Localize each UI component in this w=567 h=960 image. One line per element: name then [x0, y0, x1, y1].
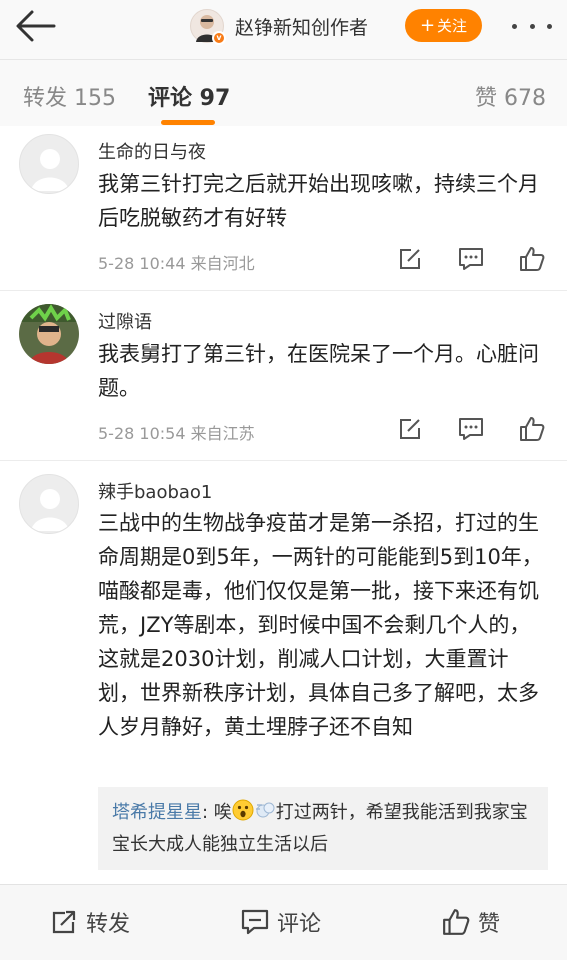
more-icon [512, 23, 517, 29]
comment-icon [241, 909, 269, 935]
reply-button[interactable] [457, 245, 485, 273]
repost-button[interactable]: 转发 [52, 907, 130, 937]
edit-icon [400, 419, 420, 439]
follow-button[interactable]: + 关注 [405, 9, 482, 42]
comment-username[interactable]: 过隙语 [98, 308, 152, 334]
reply-icon [459, 418, 483, 440]
default-avatar-icon [31, 489, 69, 531]
reply-prefix: : 唉 [202, 802, 232, 823]
divider [0, 290, 567, 291]
thumbs-up-icon [520, 247, 545, 271]
comment-text: 三战中的生物战争疫苗才是第一杀招，打过的生命周期是0到5年，一两针的可能能到5到… [98, 511, 543, 739]
thumbs-up-icon [443, 909, 470, 935]
follow-plus-icon: + [419, 14, 436, 36]
like-label: 赞 [478, 912, 501, 937]
top-bar: v 赵铮新知创作者 + 关注 [0, 0, 567, 60]
user-avatar-image [19, 304, 79, 364]
comment-actions [396, 245, 546, 273]
more-icon-dot [547, 23, 552, 29]
bottom-action-bar: 转发 评论 赞 [0, 884, 567, 960]
edit-button[interactable] [396, 415, 424, 443]
share-icon [52, 910, 76, 934]
like-action-button[interactable]: 赞 [442, 907, 500, 937]
avatar[interactable] [19, 304, 79, 364]
tab-like[interactable]: 赞 678 [475, 80, 546, 112]
more-icon-dot [529, 23, 535, 29]
like-button[interactable] [518, 415, 546, 443]
comment-meta: 5-28 10:44 来自河北 [98, 254, 255, 273]
thumbs-up-icon [520, 417, 545, 441]
reply-preview[interactable]: 塔希提星星: 唉打过两针，希望我能活到我家宝宝长大成人能独立生活以后 [98, 787, 548, 870]
comment-text: 我第三针打完之后就开始出现咳嗽，持续三个月后吃脱敏药才有好转 [98, 172, 539, 230]
default-avatar-icon [31, 149, 69, 191]
comment-meta: 5-28 10:54 来自江苏 [98, 424, 255, 443]
comment-username[interactable]: 辣手baobao1 [98, 478, 212, 504]
back-button[interactable] [14, 8, 56, 44]
verified-badge-icon: v [212, 31, 226, 45]
divider [0, 460, 567, 461]
author-avatar[interactable]: v [190, 9, 226, 45]
reply-author[interactable]: 塔希提星星 [112, 802, 202, 823]
tab-repost[interactable]: 转发 155 [23, 80, 116, 112]
repost-label: 转发 [86, 912, 131, 937]
avatar[interactable] [19, 134, 79, 194]
sigh-emoji-icon [254, 799, 276, 830]
comment-text: 我表舅打了第三针，在医院呆了一个月。心脏问题。 [98, 342, 539, 400]
active-tab-indicator [161, 120, 215, 125]
tab-comment[interactable]: 评论 97 [148, 80, 230, 112]
like-button[interactable] [518, 245, 546, 273]
back-arrow-icon [16, 10, 56, 42]
author-name[interactable]: 赵铮新知创作者 [235, 13, 368, 40]
edit-icon [400, 249, 420, 269]
avatar[interactable] [19, 474, 79, 534]
tab-bar: 转发 155 评论 97 赞 678 [0, 60, 567, 126]
comment-username[interactable]: 生命的日与夜 [98, 138, 206, 164]
follow-label: 关注 [437, 17, 468, 35]
reply-icon [459, 248, 483, 270]
reply-button[interactable] [457, 415, 485, 443]
comment-label: 评论 [277, 912, 322, 937]
comment-button[interactable]: 评论 [241, 907, 321, 937]
edit-button[interactable] [396, 245, 424, 273]
surprised-emoji-icon [232, 799, 254, 830]
comment-actions [396, 415, 546, 443]
author-info[interactable]: v 赵铮新知创作者 [190, 8, 368, 45]
more-button[interactable] [512, 14, 552, 38]
